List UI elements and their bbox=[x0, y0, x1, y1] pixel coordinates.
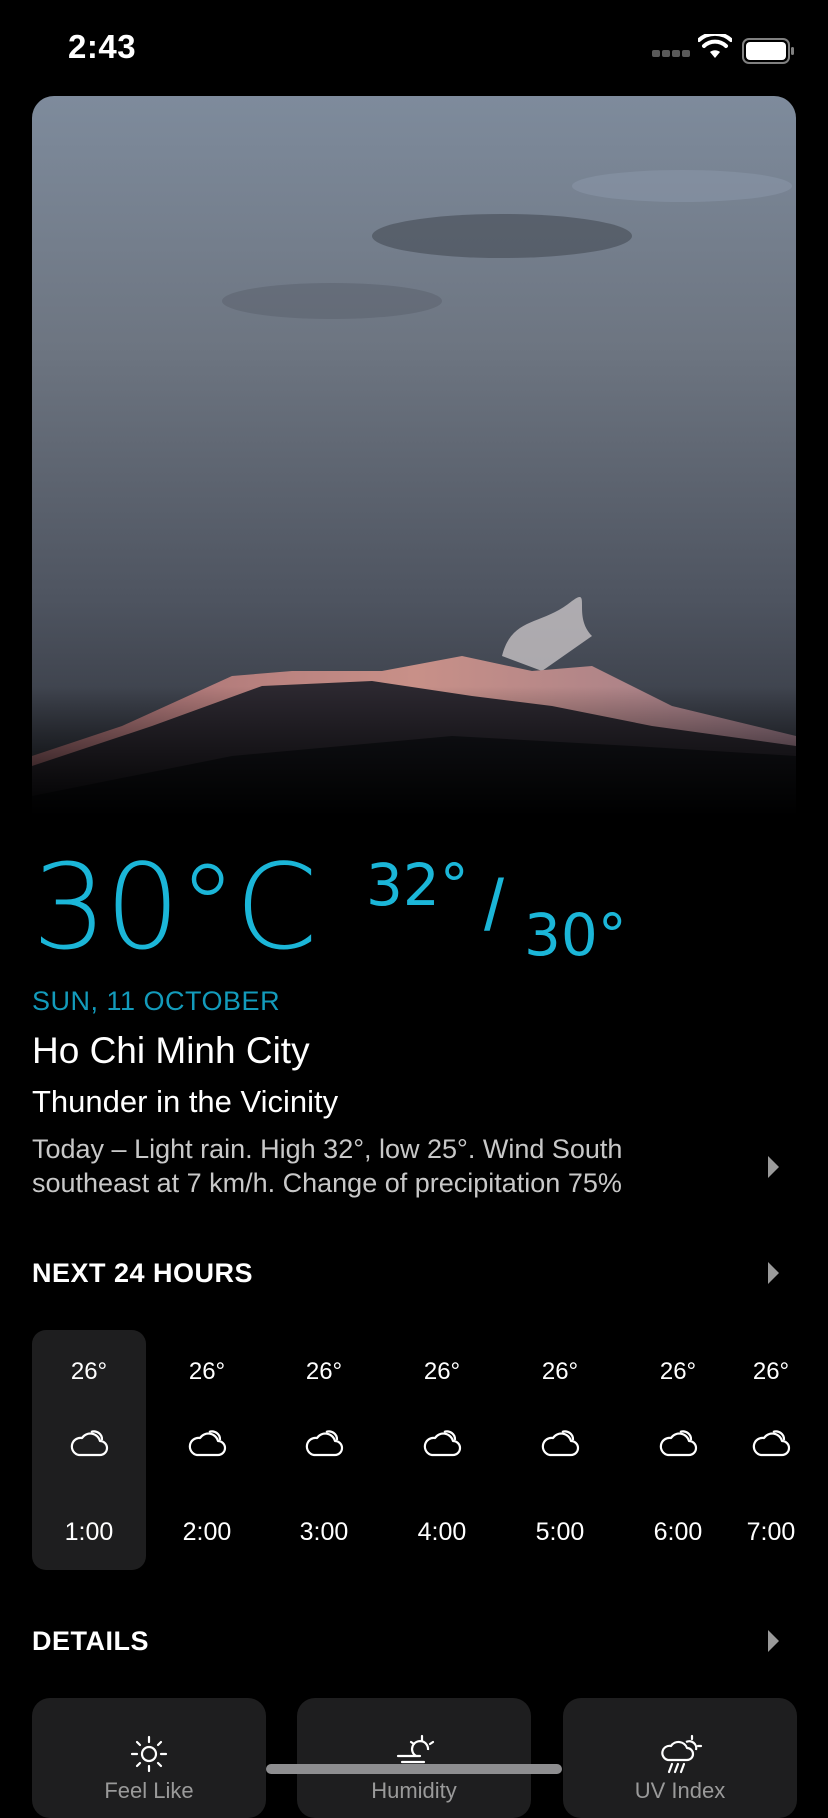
hour-time: 3:00 bbox=[299, 1518, 349, 1546]
high-temperature: 32° bbox=[366, 851, 469, 919]
detail-card-label: Humidity bbox=[371, 1778, 457, 1803]
hour-item[interactable]: 26° 3:00 bbox=[267, 1330, 381, 1570]
cloud-icon bbox=[541, 1430, 580, 1457]
details-title: DETAILS bbox=[32, 1626, 149, 1656]
hour-item[interactable]: 26° 5:00 bbox=[503, 1330, 617, 1570]
hour-temperature: 26° bbox=[752, 1358, 790, 1385]
hour-time: 5:00 bbox=[535, 1518, 585, 1546]
cloud-icon bbox=[423, 1430, 462, 1457]
hour-item[interactable]: 26° 4:00 bbox=[385, 1330, 499, 1570]
status-bar: 2:43 bbox=[0, 0, 828, 96]
cellular-signal-icon bbox=[652, 50, 690, 57]
hour-time: 7:00 bbox=[746, 1518, 796, 1546]
low-temperature: 30° bbox=[524, 901, 627, 969]
rain-sun-icon bbox=[661, 1734, 703, 1774]
detail-card-humidity[interactable]: Humidity bbox=[297, 1698, 531, 1818]
detail-card-uv-index[interactable]: UV Index bbox=[563, 1698, 797, 1818]
summary-chevron-right-icon[interactable] bbox=[768, 1156, 779, 1178]
temperature-separator: / bbox=[484, 866, 505, 946]
weather-hero-photo bbox=[32, 96, 796, 816]
hour-time: 4:00 bbox=[417, 1518, 467, 1546]
hour-temperature: 26° bbox=[70, 1358, 108, 1385]
hour-item[interactable]: 26° 7:00 bbox=[714, 1330, 828, 1570]
hour-item[interactable]: 26° 2:00 bbox=[150, 1330, 264, 1570]
hourly-chevron-right-icon[interactable] bbox=[768, 1262, 779, 1284]
hour-temperature: 26° bbox=[305, 1358, 343, 1385]
weather-condition: Thunder in the Vicinity bbox=[32, 1084, 339, 1119]
current-temperature: 30°C bbox=[32, 838, 318, 976]
cloud-icon bbox=[70, 1430, 109, 1457]
hour-time: 2:00 bbox=[182, 1518, 232, 1546]
next-24-hours-title: NEXT 24 HOURS bbox=[32, 1258, 254, 1288]
wifi-icon bbox=[698, 34, 732, 58]
home-indicator[interactable] bbox=[266, 1764, 562, 1774]
cloud-icon bbox=[752, 1430, 791, 1457]
hour-temperature: 26° bbox=[423, 1358, 461, 1385]
city-name: Ho Chi Minh City bbox=[32, 1030, 310, 1071]
detail-card-label: Feel Like bbox=[104, 1778, 194, 1803]
hourly-forecast-list: 26° 1:00 26° 2:00 26° 3:00 26° 4:00 26° … bbox=[32, 1330, 828, 1570]
hour-item[interactable]: 26° 1:00 bbox=[32, 1330, 146, 1570]
sun-icon bbox=[130, 1735, 168, 1773]
detail-card-label: UV Index bbox=[634, 1778, 726, 1803]
daily-summary: Today – Light rain. High 32°, low 25°. W… bbox=[32, 1134, 623, 1198]
status-time: 2:43 bbox=[68, 28, 137, 65]
cloud-icon bbox=[305, 1430, 344, 1457]
forecast-date: SUN, 11 OCTOBER bbox=[32, 986, 281, 1016]
battery-icon bbox=[742, 38, 794, 64]
hour-temperature: 26° bbox=[541, 1358, 579, 1385]
hour-time: 1:00 bbox=[64, 1518, 114, 1546]
cloud-icon bbox=[659, 1430, 698, 1457]
cloud-icon bbox=[188, 1430, 227, 1457]
detail-card-feel-like[interactable]: Feel Like bbox=[32, 1698, 266, 1818]
details-chevron-right-icon[interactable] bbox=[768, 1630, 779, 1652]
hour-temperature: 26° bbox=[188, 1358, 226, 1385]
